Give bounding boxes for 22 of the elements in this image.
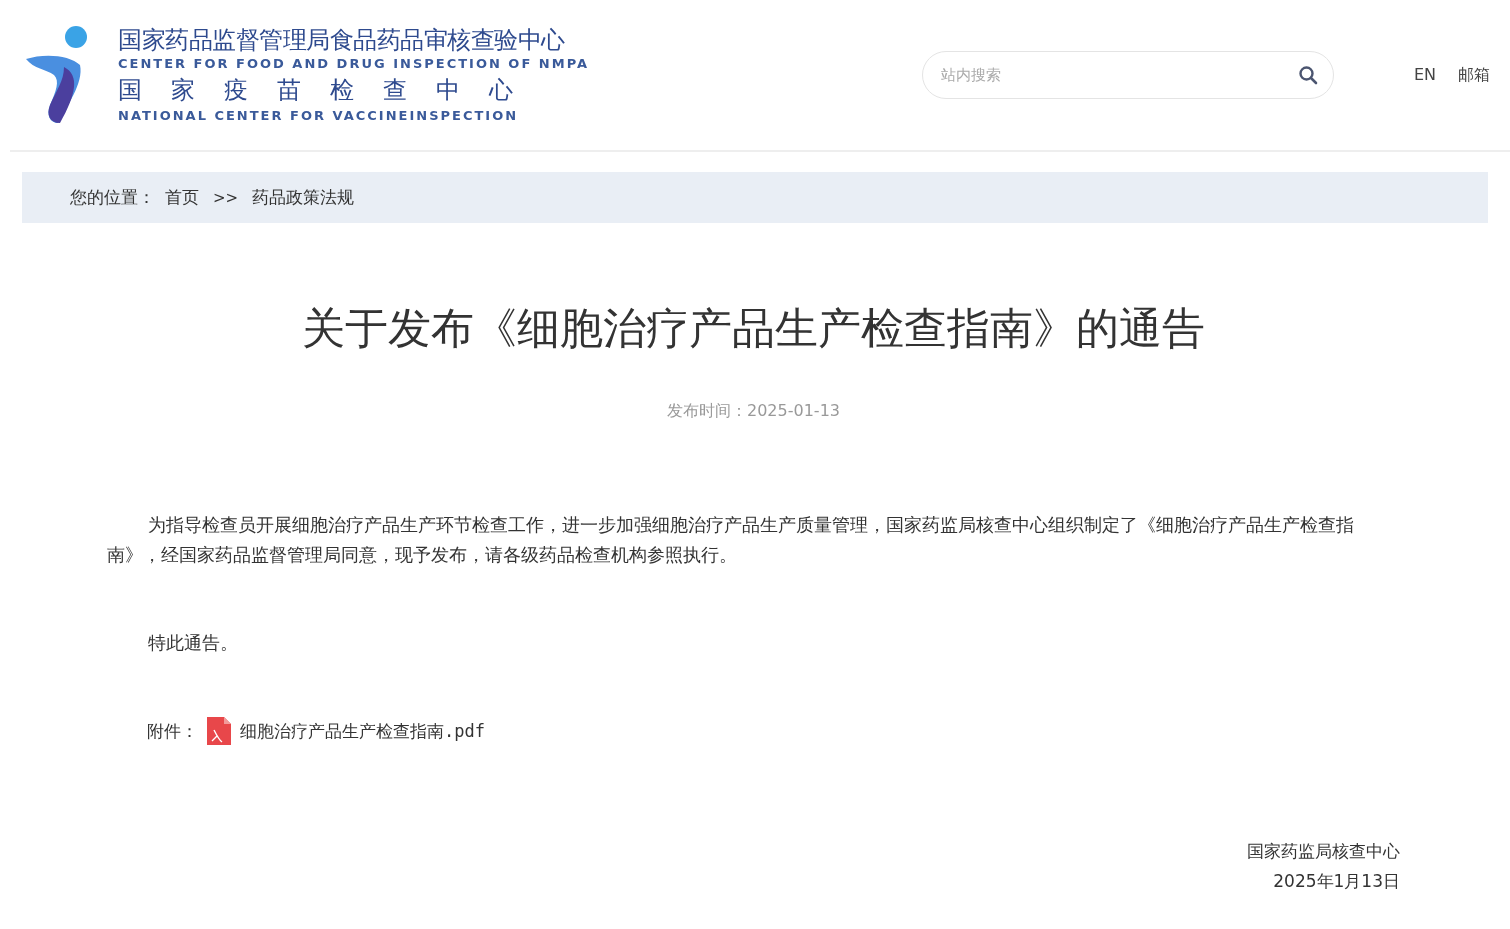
breadcrumb-link[interactable]: 药品政策法规 xyxy=(252,186,355,209)
logo-subtitle: CENTER FOR FOOD AND DRUG INSPECTION OF NMPA xyxy=(118,55,590,73)
logo-title: 国家药品监督管理局食品药品审核查验中心 xyxy=(118,25,566,55)
publish-date: 发布时间：2025-01-13 xyxy=(666,401,841,422)
pdf-file-icon xyxy=(206,716,232,746)
article-paragraph: 特此通告。 xyxy=(146,632,239,655)
logo-subtitle: NATIONAL CENTER FOR VACCINEINSPECTION xyxy=(118,107,520,125)
search-icon[interactable] xyxy=(1297,65,1318,85)
header-link[interactable]: 邮箱 xyxy=(1458,64,1490,86)
header-link[interactable]: EN xyxy=(1413,64,1436,86)
search-field[interactable]: 站内搜索 xyxy=(921,51,1334,99)
breadcrumb-label: 您的位置： xyxy=(70,186,155,209)
signature-line: 2025年1月13日 xyxy=(1272,870,1400,893)
breadcrumb-separator: >> xyxy=(213,188,239,207)
article-title: 关于发布《细胞治疗产品生产检查指南》的通告 xyxy=(301,303,1206,353)
breadcrumb-link[interactable]: 首页 xyxy=(165,186,199,209)
attachment-link[interactable]: 细胞治疗产品生产检查指南.pdf xyxy=(240,719,485,743)
logo-title: 国家疫苗检查中心 xyxy=(118,75,543,106)
article-paragraph: 为指导检查员开展细胞治疗产品生产环节检查工作，进一步加强细胞治疗产品生产质量管理，国家药监局核查中心组织制定了《细胞治疗产品生产检查指南》，经国家药品监督管理局同意，现予发布，请各级药品检查机构参照执行。 xyxy=(107,514,1355,567)
signature-line: 国家药监局核查中心 xyxy=(1246,840,1400,863)
logo-icon xyxy=(24,25,90,125)
attachment-label: 附件： xyxy=(147,719,198,743)
